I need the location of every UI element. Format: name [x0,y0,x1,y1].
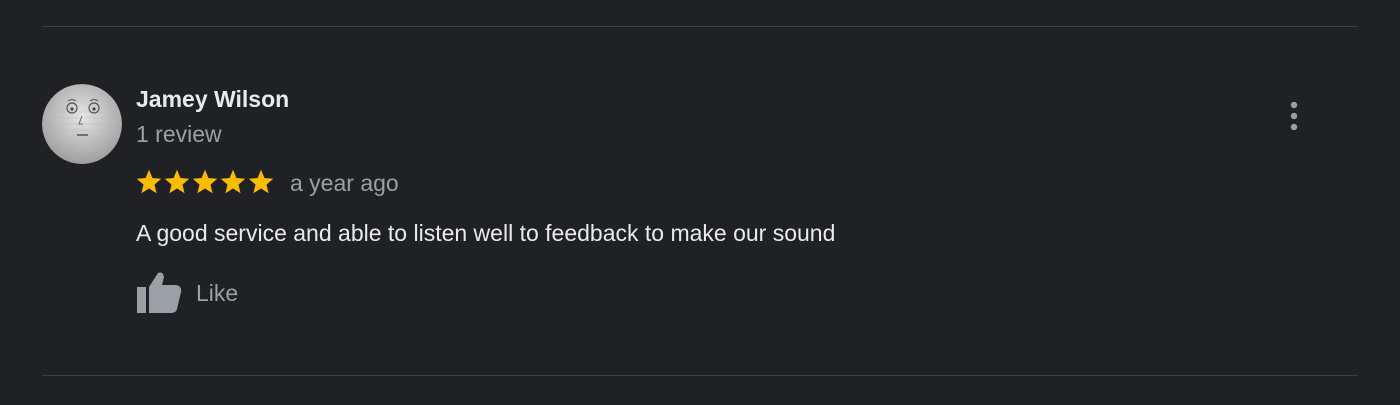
star-icon [192,169,218,194]
star-icon [164,169,190,194]
more-vert-icon [1290,101,1298,131]
top-divider [42,26,1358,27]
like-button[interactable]: Like [134,270,238,316]
more-options-button[interactable] [1278,96,1310,136]
thumbs-up-icon [137,272,182,313]
review-time: a year ago [290,170,399,196]
review-count: 1 review [136,121,222,147]
avatar[interactable] [42,84,122,164]
star-rating [135,168,275,196]
avatar-face-icon [42,84,122,164]
star-icon [248,169,274,194]
author-name[interactable]: Jamey Wilson [136,86,289,113]
review-card: Jamey Wilson 1 review a year ago A good … [0,0,1400,405]
star-icon [220,169,246,194]
review-text: A good service and able to listen well t… [136,220,836,246]
bottom-divider [42,375,1358,376]
like-label: Like [196,279,239,306]
star-icon [136,169,162,194]
